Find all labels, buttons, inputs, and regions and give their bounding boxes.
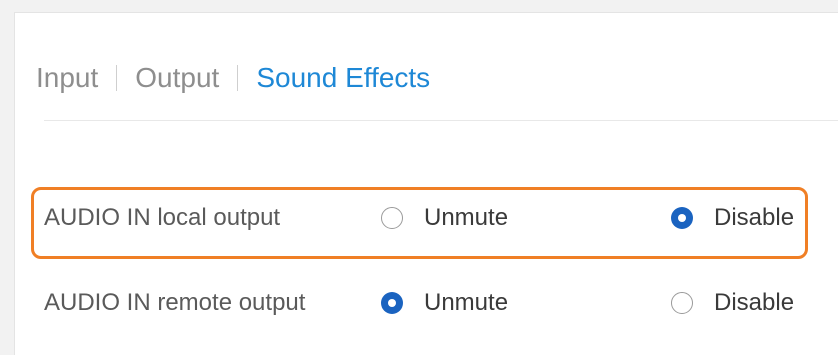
app-frame: Input Output Sound Effects AUDIO IN loca… xyxy=(0,0,838,355)
radio-option-disable[interactable]: Disable xyxy=(671,289,794,317)
setting-label: AUDIO IN remote output xyxy=(44,289,306,316)
tab-separator xyxy=(237,65,239,91)
tab-bar: Input Output Sound Effects xyxy=(36,58,430,98)
radio-unchecked-icon[interactable] xyxy=(671,292,693,314)
radio-option-label: Disable xyxy=(714,289,795,316)
radio-option-label: Unmute xyxy=(424,289,509,316)
tab-output[interactable]: Output xyxy=(135,58,219,98)
highlight-box xyxy=(31,187,808,259)
tab-divider xyxy=(44,120,838,121)
tab-sound-effects[interactable]: Sound Effects xyxy=(256,58,430,98)
radio-option-unmute[interactable]: Unmute xyxy=(381,289,508,317)
radio-checked-icon[interactable] xyxy=(381,292,403,314)
tab-input[interactable]: Input xyxy=(36,58,98,98)
tab-separator xyxy=(116,65,118,91)
